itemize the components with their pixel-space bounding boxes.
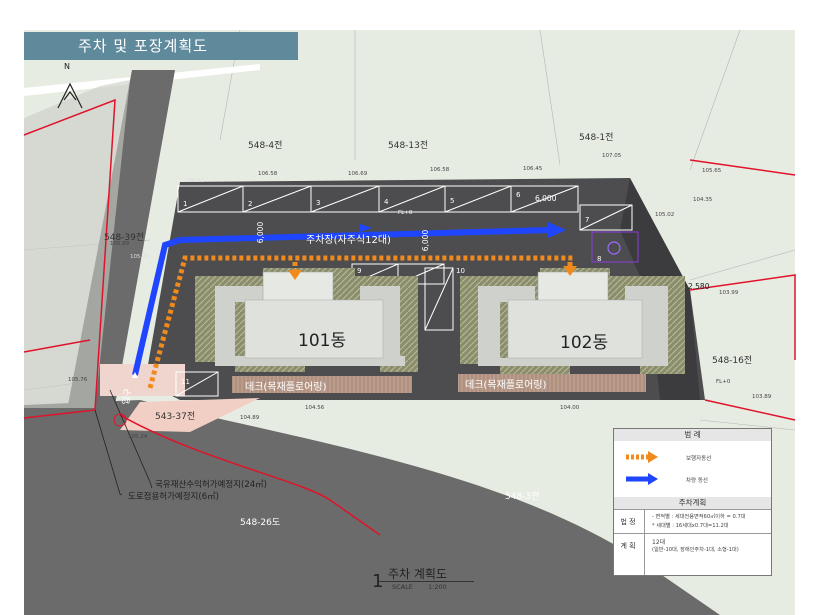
elevation-label: 105.89: [110, 241, 130, 247]
legend-plan-key: 계 획: [620, 542, 636, 550]
legend-plan-line: 12대: [652, 539, 666, 546]
legend-box: 범 례 보행자동선 차량 동선 주차계획 법 정 - 면적별 : 세대전용면적6…: [613, 428, 772, 576]
building-102-label: 102동: [560, 333, 609, 353]
stall-number: 3: [316, 199, 321, 207]
divider: [614, 509, 771, 510]
stall-number: 9: [357, 267, 362, 275]
scale-ratio: 1:200: [428, 583, 447, 591]
elevation-label: 103.89: [752, 394, 772, 400]
building-102: [460, 268, 685, 374]
elevation-label: 103.99: [719, 290, 739, 296]
building-101-label: 101동: [298, 331, 347, 351]
plan-title-rule: [378, 581, 474, 582]
stall-number: 7: [585, 216, 590, 224]
elevation-label: 105.24: [128, 434, 148, 440]
lot-label: 543-37전: [155, 412, 196, 422]
dimension-label: 2,580: [688, 282, 710, 291]
divider: [644, 509, 645, 575]
lot-label: 548-3전: [505, 492, 540, 502]
callout-public-land: 국유재산수익허가예정지(24㎡): [155, 480, 267, 490]
stall-number: 2: [248, 200, 253, 208]
stall-number: 6: [516, 191, 521, 199]
elevation-label: 104.35: [693, 197, 713, 203]
entrance-area: [100, 364, 185, 396]
elevation-label: FL+0: [716, 379, 731, 385]
dimension-label: 6,000: [535, 194, 557, 203]
legend-swatches: [626, 451, 658, 485]
elevation-label: 104.56: [305, 405, 325, 411]
legend-title: 범 례: [614, 429, 771, 441]
elevation-label: 106.45: [523, 166, 543, 172]
callout-road-occupancy: 도로점용허가예정지(6㎡): [128, 492, 219, 502]
elevation-label: 107.05: [602, 153, 622, 159]
elevation-label: 105.76: [68, 377, 88, 383]
lot-label: 548-16전: [712, 356, 753, 366]
stall-number: 1: [183, 200, 188, 208]
scale-label: SCALE: [392, 583, 413, 591]
lot-label: 548-13전: [388, 141, 429, 151]
elevation-label: 105.20: [130, 254, 150, 260]
title-banner: 주차 및 포장계획도: [24, 32, 298, 60]
legend-vehicle: 차량 동선: [686, 478, 708, 484]
elevation-label: 104.00: [560, 405, 580, 411]
stall-number: 5: [450, 197, 455, 205]
lot-label: 548-1전: [579, 133, 614, 143]
lot-label: 548-26도: [240, 518, 281, 528]
north-label: N: [64, 62, 70, 71]
elevation-label: FL+0: [398, 210, 413, 216]
deck-left-label: 데크(목재플로어링): [245, 382, 327, 393]
lot-label: 548-4전: [248, 141, 283, 151]
deck-right-label: 데크(목재플로어링): [465, 380, 547, 391]
divider: [614, 533, 771, 534]
elevation-label: 106.69: [348, 171, 368, 177]
legend-law-line: - 면적별 : 세대전용면적60㎡이하 = 0.7대: [652, 514, 746, 520]
legend-plan-line: (일반-10대, 장애인주차-1대, 소형-1대): [652, 547, 739, 553]
dimension-label: 6,000: [421, 229, 431, 252]
elevation-label: 105.02: [655, 212, 675, 218]
elevation-label: 106.63: [185, 178, 205, 184]
stall-number: 4: [384, 198, 389, 206]
parking-label: 주차장(자주식12대): [306, 235, 391, 246]
plan-name: 주차 계획도: [388, 567, 448, 581]
drawing-sheet: 주차 및 포장계획도 N 548-4전 548-13전 548-1전 548-3…: [0, 0, 820, 615]
building-101: [195, 268, 418, 372]
elevation-label: 106.58: [258, 171, 278, 177]
legend-pedestrian: 보행자동선: [686, 456, 712, 462]
stall-number: 11: [181, 378, 190, 386]
elevation-label: 104.89: [240, 415, 260, 421]
legend-law-key: 법 정: [620, 518, 636, 526]
dimension-label: 6,000: [256, 221, 266, 244]
legend-plan-title: 주차계획: [614, 497, 771, 509]
stall-number: 10: [456, 267, 465, 275]
elevation-label: 105.65: [702, 168, 722, 174]
legend-law-line: * 세대별 : 16세대x0.7대=11.2대: [652, 523, 729, 529]
elevation-label: 106.58: [430, 167, 450, 173]
page-title: 주차 및 포장계획도: [78, 37, 208, 55]
stall-number: 8: [597, 255, 602, 263]
